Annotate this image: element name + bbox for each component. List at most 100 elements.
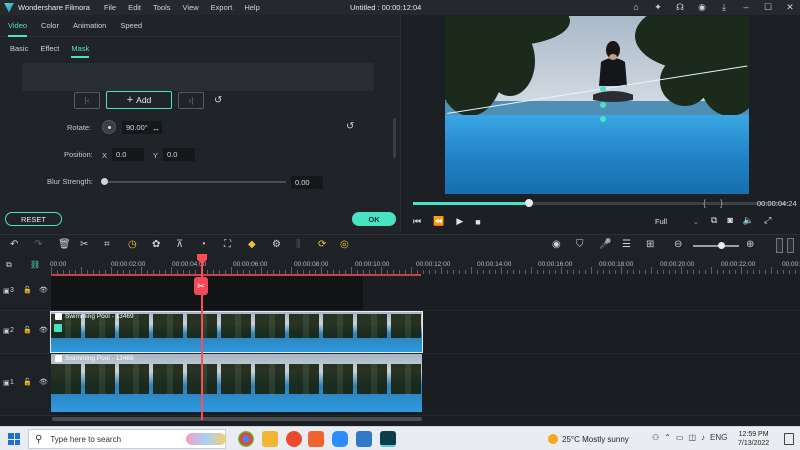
zoom-in-icon[interactable]: ⊕ — [746, 239, 754, 250]
tab-speed[interactable]: Speed — [120, 15, 142, 37]
prev-keyframe-button[interactable]: |‹ — [74, 91, 100, 109]
video-clip[interactable]: Swimming Pool - 13469 — [51, 354, 422, 412]
color-icon[interactable]: ✿ — [152, 239, 160, 250]
link-icon[interactable]: ⛓ — [30, 260, 40, 269]
zoom-out-icon[interactable]: ⊖ — [674, 239, 682, 250]
playback-progress-thumb[interactable] — [525, 199, 534, 207]
blur-strength-slider[interactable] — [102, 181, 286, 183]
clock[interactable]: 12:59 PM 7/13/2022 — [738, 430, 769, 448]
network-icon[interactable]: ◫ — [688, 433, 696, 442]
fit-icon[interactable]: ⛶ — [224, 239, 231, 250]
rotate-dial[interactable] — [102, 120, 116, 134]
menu-edit[interactable]: Edit — [128, 3, 141, 12]
mask-center-handle[interactable] — [600, 86, 606, 92]
people-icon[interactable]: ⚇ — [652, 433, 659, 442]
subtab-effect[interactable]: Effect — [40, 40, 59, 58]
lock-icon[interactable]: 🔓 — [23, 378, 32, 386]
snapshot-icon[interactable]: ◙ — [727, 215, 732, 226]
menu-file[interactable]: File — [104, 3, 116, 12]
bulb-icon[interactable]: ✦ — [652, 1, 664, 13]
timeline-scrollbar[interactable] — [52, 417, 422, 421]
timeline-zoom-thumb[interactable] — [717, 242, 725, 249]
play-icon[interactable]: ▶ — [456, 216, 463, 227]
menu-tools[interactable]: Tools — [153, 3, 171, 12]
eye-icon[interactable]: 👁 — [39, 326, 48, 334]
menu-help[interactable]: Help — [244, 3, 259, 12]
blur-strength-thumb[interactable] — [101, 178, 108, 185]
position-x-field[interactable]: 0.0 — [112, 148, 144, 161]
panel-scrollbar[interactable] — [393, 118, 396, 158]
minimize-icon[interactable]: – — [740, 1, 752, 13]
tracking-icon[interactable]: ◎ — [340, 239, 349, 250]
position-y-field[interactable]: 0.0 — [163, 148, 195, 161]
add-keyframe-button[interactable]: + Add — [106, 91, 172, 109]
opera-icon[interactable] — [286, 431, 302, 447]
support-icon[interactable]: ☊ — [674, 1, 686, 13]
rotate-reset-icon[interactable]: ↺ — [346, 121, 354, 132]
frame-back-icon[interactable]: ⏪ — [433, 216, 444, 227]
file-explorer-icon[interactable] — [262, 431, 278, 447]
crop-icon[interactable]: ⌗ — [104, 239, 110, 250]
delete-icon[interactable]: 🗑 — [58, 239, 71, 250]
video-preview[interactable] — [445, 16, 749, 194]
microphone-icon[interactable]: 🎤 — [599, 239, 611, 250]
prev-frame-icon[interactable]: ⏮ — [413, 216, 421, 227]
tab-video[interactable]: Video — [8, 15, 28, 37]
monitor-icon[interactable]: ⧉ — [711, 215, 717, 226]
add-track-icon[interactable]: ⧉ — [6, 260, 12, 270]
zoom-app-icon[interactable] — [332, 431, 348, 447]
notification-icon[interactable] — [784, 433, 794, 445]
stop-icon[interactable]: ■ — [475, 217, 480, 227]
stabilize-icon[interactable]: ⚙ — [272, 239, 281, 250]
marker-icon[interactable]: ⛉ — [576, 239, 584, 250]
redo-icon[interactable]: ↷ — [34, 239, 42, 250]
quality-select[interactable]: Full ⌄ — [653, 215, 699, 228]
tab-color[interactable]: Color — [41, 15, 59, 37]
mask-handle[interactable] — [600, 102, 606, 108]
voiceover-icon[interactable]: ☰ — [622, 239, 631, 250]
account-icon[interactable]: ◉ — [696, 1, 708, 13]
close-icon[interactable]: ✕ — [784, 1, 796, 13]
next-keyframe-button[interactable]: ›| — [178, 91, 204, 109]
reset-keyframe-icon[interactable]: ↺ — [214, 95, 222, 106]
speaker-icon[interactable]: ♪ — [701, 433, 705, 442]
chevron-up-icon[interactable]: ⌃ — [664, 433, 671, 442]
maximize-icon[interactable]: ☐ — [762, 1, 774, 13]
menu-export[interactable]: Export — [211, 3, 233, 12]
battery-icon[interactable]: ▭ — [676, 433, 684, 442]
duration-icon[interactable]: ◔ — [200, 239, 206, 250]
subtitle-icon[interactable]: ⊞ — [646, 239, 654, 250]
lock-icon[interactable]: 🔓 — [23, 326, 32, 334]
home-icon[interactable]: ⌂ — [630, 1, 642, 13]
cut-icon[interactable]: ✂ — [80, 239, 88, 250]
timeline-zoom-slider[interactable] — [693, 245, 739, 247]
weather-widget[interactable]: 25°C Mostly sunny — [548, 434, 629, 444]
undo-icon[interactable]: ↶ — [10, 239, 18, 250]
subtab-mask[interactable]: Mask — [71, 40, 90, 58]
ok-button[interactable]: OK — [352, 212, 396, 226]
split-icon[interactable]: ✂ — [194, 277, 208, 295]
fullscreen-icon[interactable]: ⤢ — [764, 215, 771, 226]
word-icon[interactable] — [356, 431, 372, 447]
mark-in-out-icon[interactable]: {} — [703, 198, 737, 208]
render-icon[interactable]: ◉ — [552, 239, 561, 250]
menu-view[interactable]: View — [183, 3, 199, 12]
language-indicator[interactable]: ENG — [710, 433, 727, 442]
video-clip-selected[interactable]: Swimming Pool - 13469 — [50, 311, 423, 353]
download-icon[interactable]: ⤓ — [718, 1, 730, 13]
auto-reframe-icon[interactable]: ⟳ — [318, 239, 326, 250]
search-highlight-icon[interactable] — [186, 433, 226, 445]
green-screen-icon[interactable]: ⊼ — [176, 239, 183, 250]
filmora-taskbar-icon[interactable] — [380, 431, 396, 447]
subtab-basic[interactable]: Basic — [10, 40, 28, 58]
mask-presets-strip[interactable] — [22, 63, 374, 91]
mask-handle[interactable] — [600, 116, 606, 122]
windows-start-icon[interactable] — [8, 433, 20, 445]
eye-icon[interactable]: 👁 — [39, 286, 48, 294]
panel-toggle[interactable] — [776, 238, 783, 253]
volume-icon[interactable]: 🔈 — [743, 215, 754, 226]
brave-icon[interactable] — [308, 431, 324, 447]
panel-toggle[interactable] — [787, 238, 794, 253]
tab-animation[interactable]: Animation — [73, 15, 106, 37]
chrome-icon[interactable] — [238, 431, 254, 447]
